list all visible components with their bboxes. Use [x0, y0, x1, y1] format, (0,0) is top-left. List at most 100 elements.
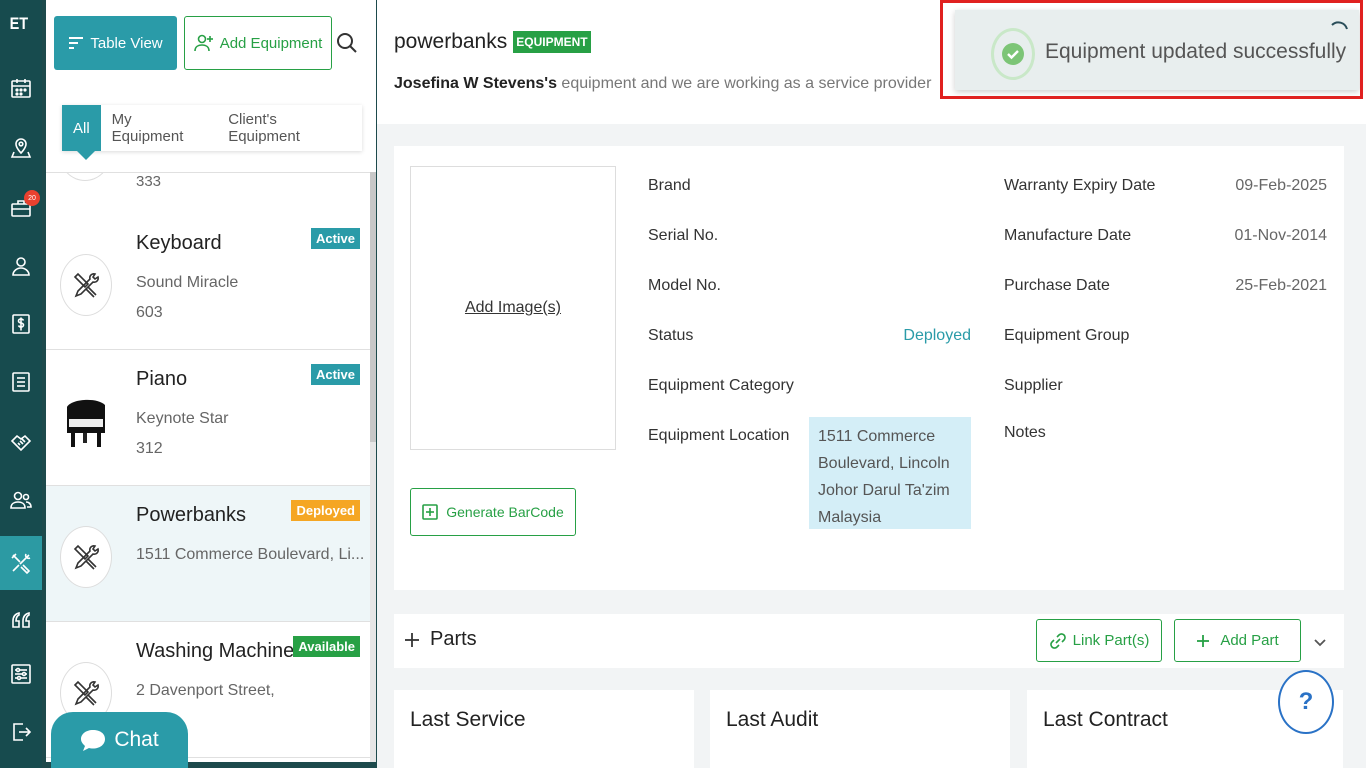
- equipment-address: 1511 Commerce Boulevard, Li...: [136, 546, 365, 563]
- notification-badge: 20: [24, 190, 40, 206]
- equipment-list: 333 Keyboard Active Sound Miracle 603 Pi…: [46, 172, 370, 762]
- plus-square-icon: [422, 504, 439, 520]
- parts-title: Parts: [430, 628, 477, 650]
- search-icon[interactable]: [336, 32, 358, 54]
- link-icon: [1049, 632, 1066, 649]
- link-parts-button[interactable]: Link Part(s): [1036, 619, 1162, 662]
- model-label: Model No.: [648, 277, 721, 294]
- list-scrollbar[interactable]: [370, 172, 376, 762]
- last-service-title: Last Service: [410, 708, 526, 731]
- manufacture-value: 01-Nov-2014: [1234, 227, 1328, 244]
- location-value: 1511 Commerce Boulevard, Lincoln Johor D…: [809, 417, 971, 529]
- notes-label: Notes: [1004, 424, 1046, 441]
- nav-equipment-icon[interactable]: [0, 536, 42, 590]
- nav-users-icon[interactable]: [0, 478, 42, 522]
- equipment-thumbnail: [60, 173, 110, 181]
- list-toolbar: Table View Add Equipment: [46, 0, 376, 86]
- nav-map-pin-icon[interactable]: [0, 126, 42, 170]
- add-user-icon: [193, 34, 213, 52]
- add-equipment-button[interactable]: Add Equipment: [184, 16, 332, 70]
- equipment-code: 603: [136, 304, 163, 321]
- last-audit-card: Last Audit: [710, 690, 1010, 768]
- parts-section: Parts Link Part(s) Add Part: [394, 614, 1344, 668]
- table-view-label: Table View: [90, 34, 163, 52]
- plus-icon: [1197, 634, 1210, 647]
- nav-quote-icon[interactable]: [0, 598, 42, 642]
- group-label: Equipment Group: [1004, 327, 1130, 344]
- nav-handshake-icon[interactable]: [0, 420, 42, 464]
- link-parts-label: Link Part(s): [1072, 632, 1150, 649]
- purchase-label: Purchase Date: [1004, 277, 1110, 294]
- ownership-filter-tabs: All My Equipment Client's Equipment: [62, 105, 362, 160]
- status-badge: Active: [310, 364, 360, 385]
- nav-settings-sliders-icon[interactable]: [0, 652, 42, 696]
- add-part-label: Add Part: [1220, 632, 1279, 649]
- page-subtitle: Josefina W Stevens's equipment and we ar…: [394, 75, 931, 93]
- piano-image: [60, 390, 112, 452]
- tab-clients-equipment[interactable]: Client's Equipment: [217, 105, 362, 151]
- category-label: Equipment Category: [648, 377, 794, 394]
- nav-briefcase-icon[interactable]: 20: [0, 186, 42, 230]
- chat-button[interactable]: Chat: [51, 712, 188, 768]
- equipment-code: 312: [136, 440, 163, 457]
- equipment-list-panel: Table View Add Equipment All My Equipmen…: [46, 0, 376, 762]
- tab-my-equipment[interactable]: My Equipment: [101, 105, 218, 151]
- status-badge: Active: [310, 228, 360, 249]
- list-item[interactable]: Keyboard Active Sound Miracle 603: [46, 214, 370, 350]
- nav-list-icon[interactable]: [0, 360, 42, 404]
- list-item[interactable]: Piano Active Keynote Star 312: [46, 350, 370, 486]
- status-value[interactable]: Deployed: [854, 327, 971, 345]
- toast-highlight-box: [940, 0, 1363, 99]
- status-badge: Available: [293, 636, 360, 657]
- nav-calendar-icon[interactable]: [0, 66, 42, 110]
- brand-label: Brand: [648, 177, 691, 194]
- tools-icon: [60, 526, 112, 588]
- help-button[interactable]: ?: [1278, 670, 1334, 734]
- status-badge: Deployed: [291, 500, 360, 521]
- tab-all[interactable]: All: [62, 105, 101, 160]
- warranty-value: 09-Feb-2025: [1235, 177, 1327, 194]
- equipment-detail-main: powerbanks EQUIPMENT Josefina W Stevens'…: [377, 0, 1366, 768]
- add-equipment-label: Add Equipment: [219, 34, 323, 52]
- scrollbar-thumb[interactable]: [370, 172, 376, 442]
- nav-dollar-icon[interactable]: [0, 302, 42, 346]
- equipment-detail-card: Add Image(s) Generate BarCode Brand Seri…: [394, 146, 1344, 590]
- location-line: Boulevard, Lincoln: [818, 455, 950, 472]
- location-line: Johor Darul Ta'zim: [818, 482, 950, 499]
- status-label: Status: [648, 327, 694, 344]
- equipment-name: Powerbanks: [136, 504, 247, 526]
- warranty-label: Warranty Expiry Date: [1004, 177, 1156, 194]
- equipment-name: Washing Machine: [136, 640, 295, 662]
- add-image-link[interactable]: Add Image(s): [410, 166, 616, 450]
- left-nav: ET 20: [0, 0, 42, 768]
- equipment-tag: EQUIPMENT: [513, 31, 591, 53]
- parts-toggle[interactable]: Parts: [404, 628, 477, 651]
- nav-user-icon[interactable]: [0, 244, 42, 288]
- last-audit-title: Last Audit: [726, 708, 819, 731]
- nav-logout-icon[interactable]: [0, 710, 42, 754]
- chevron-down-icon[interactable]: [1312, 634, 1328, 650]
- equipment-name: Piano: [136, 368, 188, 390]
- location-label: Equipment Location: [648, 427, 790, 444]
- subtitle-text: equipment and we are working as a servic…: [556, 75, 932, 92]
- owner-name: Josefina W Stevens's: [394, 75, 557, 92]
- list-item-partial-text: 333: [136, 173, 162, 190]
- generate-barcode-label: Generate BarCode: [446, 504, 564, 520]
- supplier-label: Supplier: [1004, 377, 1063, 394]
- last-service-card: Last Service: [394, 690, 694, 768]
- last-contract-title: Last Contract: [1043, 708, 1168, 731]
- location-line: 1511 Commerce: [818, 428, 936, 445]
- serial-label: Serial No.: [648, 227, 719, 244]
- equipment-brand: Keynote Star: [136, 410, 229, 427]
- equipment-address: 2 Davenport Street,: [136, 682, 275, 699]
- tools-icon: [60, 254, 112, 316]
- manufacture-label: Manufacture Date: [1004, 227, 1132, 244]
- generate-barcode-button[interactable]: Generate BarCode: [410, 488, 576, 536]
- list-item-selected[interactable]: Powerbanks Deployed 1511 Commerce Boulev…: [46, 486, 370, 622]
- plus-icon: [405, 632, 419, 647]
- purchase-value: 25-Feb-2021: [1235, 277, 1327, 294]
- app-logo[interactable]: ET: [8, 14, 34, 42]
- table-view-button[interactable]: Table View: [54, 16, 177, 70]
- add-part-button[interactable]: Add Part: [1174, 619, 1301, 662]
- chat-bubble-icon: [81, 730, 106, 751]
